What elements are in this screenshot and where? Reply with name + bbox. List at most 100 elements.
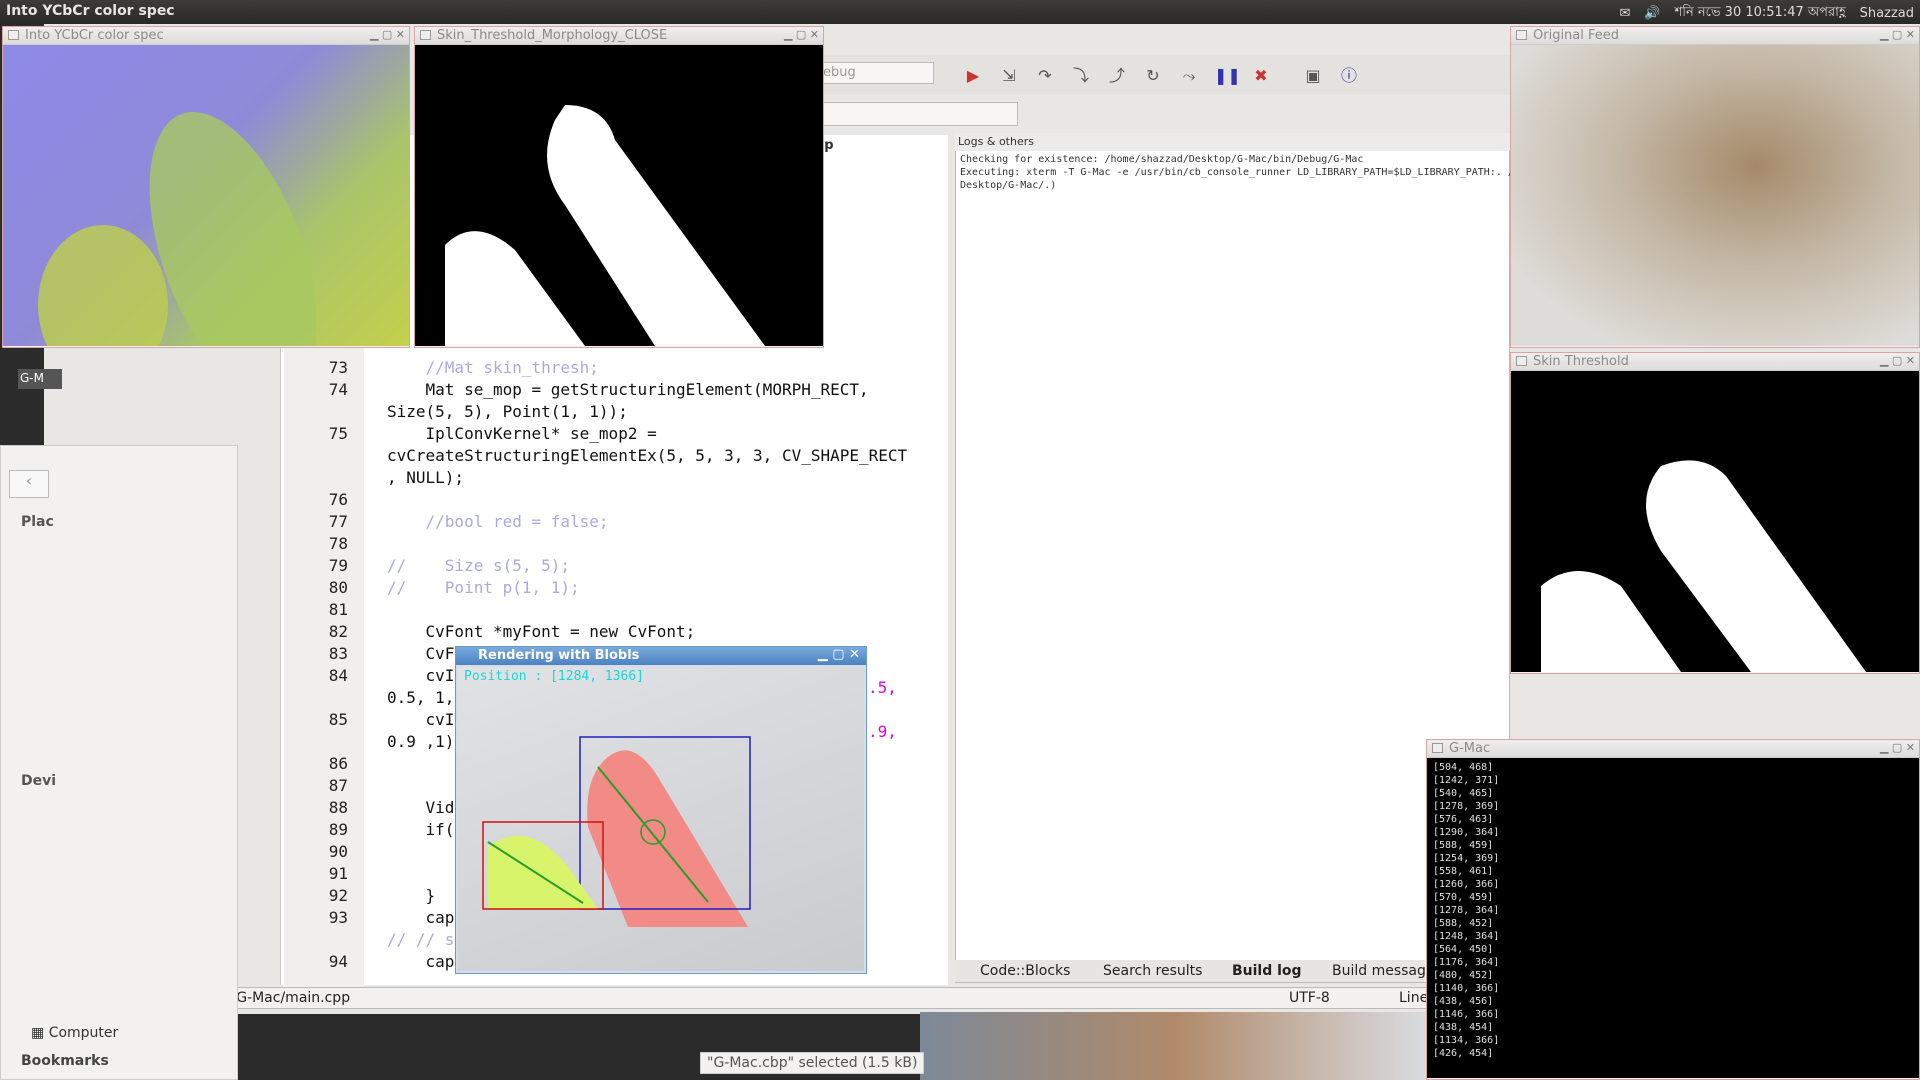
run-icon[interactable]: ▶ [962, 65, 984, 87]
devices-header: Devi [21, 773, 57, 789]
status-bar: /home/shazzad/Desktop/G-Mac/main.cpp UTF… [58, 987, 1428, 1009]
line-number: 82 [328, 622, 348, 641]
log-line: Desktop/G-Mac/.) [960, 180, 1057, 191]
log-tabs: Code::Blocks Search results Build log Bu… [955, 960, 1435, 982]
user-menu[interactable]: Shazzad [1860, 6, 1914, 21]
volume-icon[interactable]: 🔊 [1644, 6, 1660, 21]
skin-threshold-window[interactable]: Skin Threshold ▁ ▢ ✕ [1510, 352, 1920, 674]
file-manager-window: ‹ Plac Devi ▦ Computer Bookmarks [0, 445, 238, 1080]
console-line: [1254, 369] [1433, 853, 1500, 864]
log-line: Executing: xterm -T G-Mac -e /usr/bin/cb… [960, 167, 1514, 178]
tab-build-messages[interactable]: Build message [1332, 963, 1435, 979]
computer-item[interactable]: ▦ Computer [31, 1025, 118, 1041]
window-icon [1516, 30, 1527, 40]
window-title: Rendering with Blobls [478, 648, 640, 663]
morphology-close-image [415, 45, 823, 346]
window-controls[interactable]: ▁ ▢ ✕ [1880, 741, 1915, 754]
taskbar-label[interactable]: G-M [18, 369, 62, 389]
window-title: Original Feed [1533, 28, 1620, 43]
morphology-close-window[interactable]: Skin_Threshold_Morphology_CLOSE ▁ ▢ ✕ [414, 26, 824, 348]
window-icon [8, 30, 19, 40]
back-button[interactable]: ‹ [9, 470, 49, 498]
code-line: 0.5, 1, [387, 688, 455, 707]
code-line: CvF [387, 644, 455, 663]
step-over-icon[interactable]: ↷ [1034, 65, 1056, 87]
line-number: 74 [328, 380, 348, 399]
build-target-select[interactable]: ebug [818, 62, 934, 84]
step-into-icon[interactable]: ⇲ [998, 65, 1020, 87]
tab-codeblocks[interactable]: Code::Blocks [980, 963, 1070, 979]
mail-icon[interactable]: ✉ [1619, 6, 1630, 21]
clock[interactable]: শনি নভে 30 10:51:47 অপরাহ্ণ [1675, 3, 1846, 24]
pause-icon[interactable]: ❚❚ [1214, 65, 1241, 87]
code-line: Vid [387, 798, 455, 817]
code-line: cap [387, 952, 455, 971]
code-line: cvCreateStructuringElementEx(5, 5, 3, 3,… [387, 446, 908, 465]
line-number: 77 [328, 512, 348, 531]
line-number: 88 [328, 798, 348, 817]
console-window[interactable]: G-Mac ▁ ▢ ✕ [504, 468] [1242, 371] [540, 46… [1426, 739, 1920, 1080]
console-line: [504, 468] [1433, 762, 1494, 773]
code-line: //bool red = false; [387, 512, 609, 531]
original-feed-image [1511, 45, 1919, 346]
code-line: , NULL); [387, 468, 465, 487]
line-number: 89 [328, 820, 348, 839]
window-title: Skin Threshold [1533, 354, 1629, 369]
code-line: cap [387, 908, 455, 927]
original-feed-window[interactable]: Original Feed ▁ ▢ ✕ [1510, 26, 1920, 348]
line-number: 94 [328, 952, 348, 971]
console-line: [576, 463] [1433, 814, 1494, 825]
line-number: 85 [328, 710, 348, 729]
window-title: G-Mac [1449, 741, 1491, 756]
line-number: 79 [328, 556, 348, 575]
console-line: [1278, 364] [1433, 905, 1500, 916]
tab-build-log[interactable]: Build log [1232, 963, 1302, 979]
code-line: //Mat skin_thresh; [387, 358, 599, 377]
line-number: 73 [328, 358, 348, 377]
ycbcr-image [3, 45, 409, 347]
stop-icon[interactable]: ✖ [1250, 65, 1272, 87]
console-line: [1248, 364] [1433, 931, 1500, 942]
status-line: Line [1399, 990, 1429, 1006]
window-icon [1432, 743, 1443, 753]
next-instruction-icon[interactable]: ⤳ [1178, 65, 1200, 87]
window-controls[interactable]: ▁ ▢ ✕ [1880, 354, 1915, 367]
ycbcr-window[interactable]: Into YCbCr color spec ▁ ▢ ✕ [2, 26, 410, 348]
code-line: // Size s(5, 5); [387, 556, 571, 575]
logs-header: Logs & others [955, 133, 1510, 151]
skin-threshold-image [1511, 371, 1919, 672]
debug-windows-icon[interactable]: ▣ [1302, 65, 1324, 87]
console-line: [480, 452] [1433, 970, 1494, 981]
active-window-title: Into YCbCr color spec [6, 3, 175, 19]
console-line: [1140, 366] [1433, 983, 1500, 994]
tab-search-results[interactable]: Search results [1103, 963, 1202, 979]
window-icon [1516, 356, 1527, 366]
continue-icon[interactable]: ↻ [1142, 65, 1164, 87]
line-number: 78 [328, 534, 348, 553]
window-controls[interactable]: ▁ ▢ ✕ [818, 647, 860, 662]
line-number: 90 [328, 842, 348, 861]
symbol-select[interactable] [818, 102, 1018, 126]
console-line: [564, 450] [1433, 944, 1494, 955]
line-number: 75 [328, 424, 348, 443]
next-line-icon[interactable]: ⤵ [1070, 65, 1092, 87]
desktop-wallpaper [920, 1012, 1430, 1080]
code-line: // Point p(1, 1); [387, 578, 580, 597]
blobs-window[interactable]: Rendering with Blobls ▁ ▢ ✕ Position : [… [455, 646, 867, 974]
code-line: } [387, 886, 436, 905]
console-line: [1290, 364] [1433, 827, 1500, 838]
system-tray: ✉ 🔊 শনি নভে 30 10:51:47 অপরাহ্ণ Shazzad [1619, 3, 1914, 24]
editor-tab-main[interactable]: pp [815, 138, 945, 158]
console-line: [438, 454] [1433, 1022, 1494, 1033]
window-title: Skin_Threshold_Morphology_CLOSE [437, 28, 668, 43]
console-line: [438, 456] [1433, 996, 1494, 1007]
window-controls[interactable]: ▁ ▢ ✕ [1880, 28, 1915, 41]
window-controls[interactable]: ▁ ▢ ✕ [784, 28, 819, 41]
file-selection-status: "G-Mac.cbp" selected (1.5 kB) [700, 1052, 925, 1074]
window-controls[interactable]: ▁ ▢ ✕ [370, 28, 405, 41]
info-icon[interactable]: ⓘ [1338, 65, 1360, 87]
top-panel: Into YCbCr color spec ✉ 🔊 শনি নভে 30 10:… [0, 0, 1920, 24]
log-line: Checking for existence: /home/shazzad/De… [960, 154, 1364, 165]
step-out-icon[interactable]: ⤴ [1106, 65, 1128, 87]
line-number: 93 [328, 908, 348, 927]
